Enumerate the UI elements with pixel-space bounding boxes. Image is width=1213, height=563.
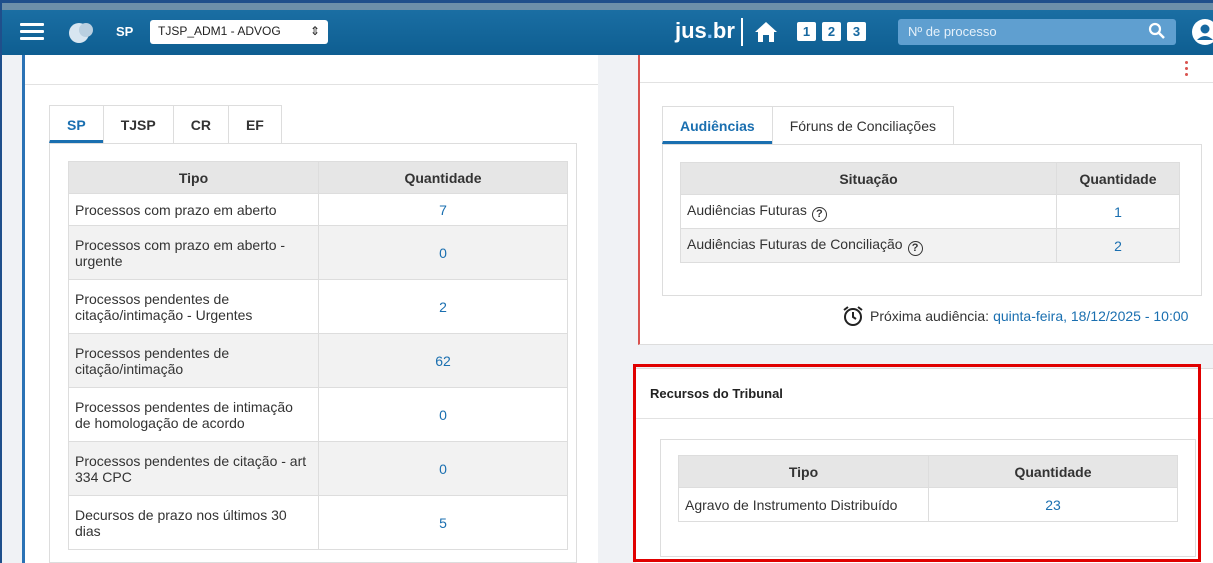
column-header: Tipo: [678, 455, 929, 488]
column-header: Quantidade: [1056, 162, 1180, 195]
tab-sp[interactable]: SP: [49, 105, 104, 143]
select-caret-icon: ⇕: [309, 24, 320, 38]
table-cell: Agravo de Instrumento Distribuído: [678, 487, 929, 522]
brand-main: jus: [675, 18, 707, 43]
table-cell: Processos com prazo em aberto: [68, 193, 319, 226]
table-cell: Decursos de prazo nos últimos 30 dias: [68, 495, 319, 550]
situacao-label: Audiências Futuras: [687, 201, 807, 218]
count-link[interactable]: 0: [318, 387, 568, 442]
count-link[interactable]: 5: [318, 495, 568, 550]
situacao-label: Audiências Futuras de Conciliação: [687, 235, 903, 252]
column-header: Tipo: [68, 161, 319, 194]
help-icon[interactable]: ?: [811, 206, 827, 222]
process-search-input[interactable]: Nº de processo: [898, 19, 1176, 45]
tab-foruns-conciliacoes[interactable]: Fóruns de Conciliações: [771, 106, 954, 144]
panel-header: [640, 55, 1213, 83]
quick-link-2[interactable]: 2: [822, 22, 841, 41]
column-header: Situação: [680, 162, 1057, 195]
tab-cr[interactable]: CR: [172, 105, 229, 143]
citacoes-panel: SP TJSP CR EF Tipo Quantidade Processos …: [22, 55, 598, 563]
tab-tjsp[interactable]: TJSP: [102, 105, 174, 143]
count-link[interactable]: 2: [1056, 228, 1180, 263]
table-cell: Audiências Futuras?: [680, 194, 1057, 229]
panel-title: Recursos do Tribunal: [636, 369, 1213, 419]
audiencias-panel: Audiências Fóruns de Conciliações Situaç…: [638, 55, 1213, 345]
tab-audiencias[interactable]: Audiências: [662, 106, 773, 144]
table-cell: Audiências Futuras de Conciliação?: [680, 228, 1057, 263]
process-search-placeholder: Nº de processo: [908, 24, 997, 39]
column-header: Quantidade: [928, 455, 1178, 488]
table-cell: Processos pendentes de citação/intimação…: [68, 279, 319, 334]
brand-tail: br: [712, 18, 735, 43]
home-icon[interactable]: [754, 20, 778, 44]
user-icon[interactable]: [1192, 19, 1213, 45]
recursos-table: Tipo Quantidade Agravo de Instrumento Di…: [678, 455, 1178, 522]
more-options-icon[interactable]: [1185, 61, 1189, 79]
count-link[interactable]: 0: [318, 441, 568, 496]
table-cell: Processos pendentes de citação - art 334…: [68, 441, 319, 496]
logo-icon: [69, 23, 93, 43]
table-cell: Processos pendentes de citação/intimação: [68, 333, 319, 388]
quick-link-3[interactable]: 3: [847, 22, 866, 41]
left-tabs: SP TJSP CR EF: [49, 105, 282, 143]
profile-select[interactable]: TJSP_ADM1 - ADVOG ⇕: [150, 20, 328, 44]
brand-logo[interactable]: jus.br: [675, 18, 735, 44]
audiencias-table: Situação Quantidade Audiências Futuras? 1…: [680, 162, 1180, 263]
divider: [741, 18, 743, 46]
menu-icon[interactable]: [20, 23, 44, 41]
recursos-panel: Recursos do Tribunal Tipo Quantidade Agr…: [636, 368, 1213, 563]
navbar: SP TJSP_ADM1 - ADVOG ⇕ jus.br 1 2 3 Nº d…: [0, 10, 1213, 55]
count-link[interactable]: 1: [1056, 194, 1180, 229]
next-hearing-label: Próxima audiência:: [870, 308, 990, 324]
quick-link-1[interactable]: 1: [797, 22, 816, 41]
alarm-clock-icon: [843, 306, 863, 326]
next-hearing-link[interactable]: quinta-feira, 18/12/2025 - 10:00: [993, 308, 1188, 324]
count-link[interactable]: 62: [318, 333, 568, 388]
prazos-table: Tipo Quantidade Processos com prazo em a…: [68, 161, 568, 550]
count-link[interactable]: 0: [318, 225, 568, 280]
table-cell: Processos pendentes de intimação de homo…: [68, 387, 319, 442]
search-icon[interactable]: [1148, 22, 1166, 40]
hearing-tabs: Audiências Fóruns de Conciliações: [662, 106, 954, 144]
next-hearing: Próxima audiência: quinta-feira, 18/12/2…: [842, 305, 1188, 327]
column-header: Quantidade: [318, 161, 568, 194]
count-link[interactable]: 7: [318, 193, 568, 226]
count-link[interactable]: 23: [928, 487, 1178, 522]
count-link[interactable]: 2: [318, 279, 568, 334]
state-label: SP: [116, 24, 134, 39]
tab-ef[interactable]: EF: [227, 105, 282, 143]
help-icon[interactable]: ?: [907, 240, 923, 256]
table-cell: Processos com prazo em aberto - urgente: [68, 225, 319, 280]
profile-value: TJSP_ADM1 - ADVOG: [158, 24, 281, 38]
panel-header: [25, 55, 598, 85]
